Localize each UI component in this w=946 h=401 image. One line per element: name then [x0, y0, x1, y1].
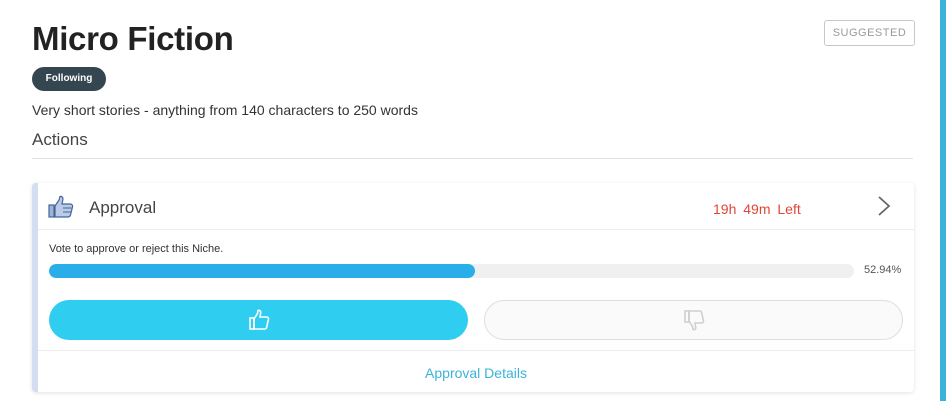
approval-card: Approval 19h 49m Left Vote to approve or… [32, 183, 914, 392]
following-button[interactable]: Following [32, 67, 106, 91]
chevron-right-icon[interactable] [876, 195, 892, 217]
reject-button[interactable] [484, 300, 903, 340]
approval-progress-fill [49, 264, 476, 278]
niche-description: Very short stories - anything from 140 c… [32, 102, 418, 118]
thumbs-down-icon [683, 309, 705, 331]
approval-card-header[interactable]: Approval 19h 49m Left [38, 183, 914, 230]
actions-heading: Actions [32, 130, 88, 149]
approval-title: Approval [89, 198, 157, 217]
page-title: Micro Fiction [32, 20, 234, 57]
suggested-badge: SUGGESTED [824, 20, 915, 46]
time-left: 19h 49m Left [713, 201, 801, 217]
niche-panel: Micro Fiction SUGGESTED Following Very s… [0, 0, 940, 401]
approval-card-footer: Approval Details [38, 350, 914, 392]
approval-progress-bar [49, 264, 854, 278]
thumbs-up-icon [48, 195, 74, 219]
divider [32, 158, 913, 159]
approval-percentage: 52.94% [864, 264, 902, 276]
approve-button[interactable] [49, 300, 468, 340]
thumbs-up-icon [248, 309, 270, 331]
vote-prompt: Vote to approve or reject this Niche. [49, 243, 224, 255]
approval-details-link[interactable]: Approval Details [38, 365, 914, 381]
